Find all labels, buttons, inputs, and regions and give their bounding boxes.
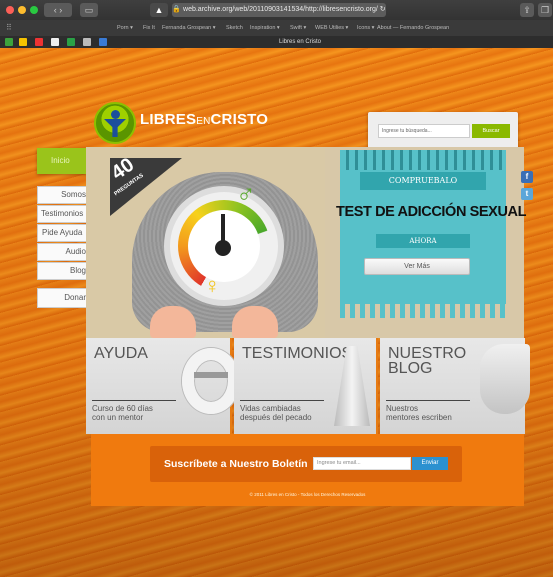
ver-mas-button[interactable]: Ver Más [364, 258, 470, 275]
bookmark-item[interactable]: WEB Utilies ▾ [315, 20, 348, 36]
male-symbol-icon: ♂ [236, 178, 256, 208]
subtitle-line: mentores escriben [386, 413, 452, 422]
panel-subtitle: Vidas cambiadas después del pecado [240, 404, 312, 422]
ticket-stripes [340, 150, 506, 170]
bookmark-item[interactable]: Fernanda Grospean ▾ [162, 20, 216, 36]
nav-item-pide-ayuda[interactable]: Pide Ayuda [37, 224, 92, 242]
nav-home[interactable]: Inicio [37, 148, 93, 174]
female-symbol-icon: ♀ [204, 273, 221, 298]
panel-testimonios[interactable]: TESTIMONIOS Vidas cambiadas después del p… [234, 338, 378, 434]
logo-word-en: EN [196, 116, 211, 127]
panel-divider [240, 400, 324, 401]
pinned-tab-icon[interactable] [51, 38, 59, 46]
panel-subtitle: Curso de 60 días con un mentor [92, 404, 153, 422]
pinned-tab-icon[interactable] [83, 38, 91, 46]
bookmark-item[interactable]: Inspiration ▾ [250, 20, 280, 36]
nav-item-testimonios[interactable]: Testimonios [37, 205, 92, 223]
bookmark-item[interactable]: Swift ▾ [290, 20, 306, 36]
logo-figure-head [111, 110, 120, 119]
pinned-tab-icon[interactable] [19, 38, 27, 46]
test-title[interactable]: TEST DE ADICCIÓN SEXUAL [336, 204, 526, 220]
url-text: web.archive.org/web/20110903141534/http:… [183, 6, 378, 13]
panel-divider [92, 400, 176, 401]
subscribe-label: Suscríbete a Nuestro Boletín [164, 458, 308, 470]
browser-titlebar: ‹ › ▭ ▲ 🔒 web.archive.org/web/2011090314… [0, 0, 553, 20]
bookmark-item[interactable]: Fix It [143, 20, 155, 36]
search-button[interactable]: Buscar [472, 124, 510, 138]
close-window-icon[interactable] [6, 6, 14, 14]
left-foot [150, 306, 196, 338]
zoom-window-icon[interactable] [30, 6, 38, 14]
subtitle-line: con un mentor [92, 413, 144, 422]
life-ring-icon [182, 348, 240, 414]
subtitle-line: después del pecado [240, 413, 312, 422]
twitter-icon[interactable]: t [521, 188, 533, 200]
speech-bubble-icon [480, 344, 530, 414]
logo-figure-body [104, 119, 126, 137]
subtitle-line: Vidas cambiadas [240, 404, 301, 413]
pinned-tab-icon[interactable] [67, 38, 75, 46]
minimize-window-icon[interactable] [18, 6, 26, 14]
life-ring-band [194, 372, 228, 378]
subtitle-line: Curso de 60 días [92, 404, 153, 413]
logo-text[interactable]: LIBRESENCRISTO [140, 111, 268, 128]
pinned-tab-icon[interactable] [99, 38, 107, 46]
bookmark-item[interactable]: Icons ▾ [357, 20, 374, 36]
grid-icon[interactable]: ⠿ [6, 20, 12, 36]
right-foot [232, 306, 278, 338]
bookmarks-bar: ⠿ Porn ▾ Fix It Fernanda Grospean ▾ Sket… [0, 20, 553, 36]
needle-hub [215, 240, 231, 256]
pinned-tab-icon[interactable] [35, 38, 43, 46]
logo-word-cristo: CRISTO [210, 111, 269, 128]
footer-copyright: © 2011 Libres en Cristo - Todos los Dere… [249, 492, 366, 497]
panel-title: NUESTRO BLOG [388, 346, 466, 377]
banner-ahora: AHORA [376, 234, 470, 248]
panel-blog[interactable]: NUESTRO BLOG Nuestros mentores escriben [380, 338, 530, 434]
title-line: BLOG [388, 360, 433, 377]
warning-icon[interactable]: ▲ [150, 3, 168, 17]
search-input[interactable]: Ingrese tu búsqueda... [378, 124, 470, 138]
bookmark-item[interactable]: Porn ▾ [117, 20, 133, 36]
logo-word-libres: LIBRES [140, 111, 197, 128]
logo-icon[interactable] [94, 102, 136, 144]
active-tab[interactable]: Libres en Cristo [130, 36, 470, 48]
search-box: Ingrese tu búsqueda... Buscar [368, 112, 518, 150]
share-icon[interactable]: ⇪ [520, 3, 534, 17]
nav-item-audio[interactable]: Audio [37, 243, 92, 261]
nav-item-blog[interactable]: Blog [37, 262, 92, 280]
pinned-tab-icon[interactable] [5, 38, 13, 46]
back-forward-button[interactable]: ‹ › [44, 3, 72, 17]
ticket-edge [340, 304, 506, 318]
bookmark-item[interactable]: Sketch [226, 20, 243, 36]
panel-divider [386, 400, 470, 401]
facebook-icon[interactable]: f [521, 171, 533, 183]
sidebar-toggle-icon[interactable]: ▭ [80, 3, 98, 17]
tab-bar: Libres en Cristo [0, 36, 553, 48]
enviar-button[interactable]: Enviar [412, 457, 448, 470]
panel-subtitle: Nuestros mentores escriben [386, 404, 452, 422]
panel-title: AYUDA [94, 345, 148, 362]
panel-ayuda[interactable]: AYUDA Curso de 60 días con un mentor [86, 338, 240, 434]
tabs-icon[interactable]: ❐ [538, 3, 552, 17]
email-input[interactable]: Ingrese tu email... [313, 457, 411, 470]
panel-title: TESTIMONIOS [242, 345, 353, 362]
banner-compruebalo: COMPRUEBALO [360, 172, 486, 190]
nav-item-donar[interactable]: Donar [37, 288, 92, 308]
subtitle-line: Nuestros [386, 404, 419, 413]
nav-item-somos[interactable]: Somos [37, 186, 92, 204]
bookmark-item[interactable]: About — Fernando Grospean [377, 20, 449, 36]
address-bar[interactable]: 🔒 web.archive.org/web/20110903141534/htt… [172, 3, 386, 17]
